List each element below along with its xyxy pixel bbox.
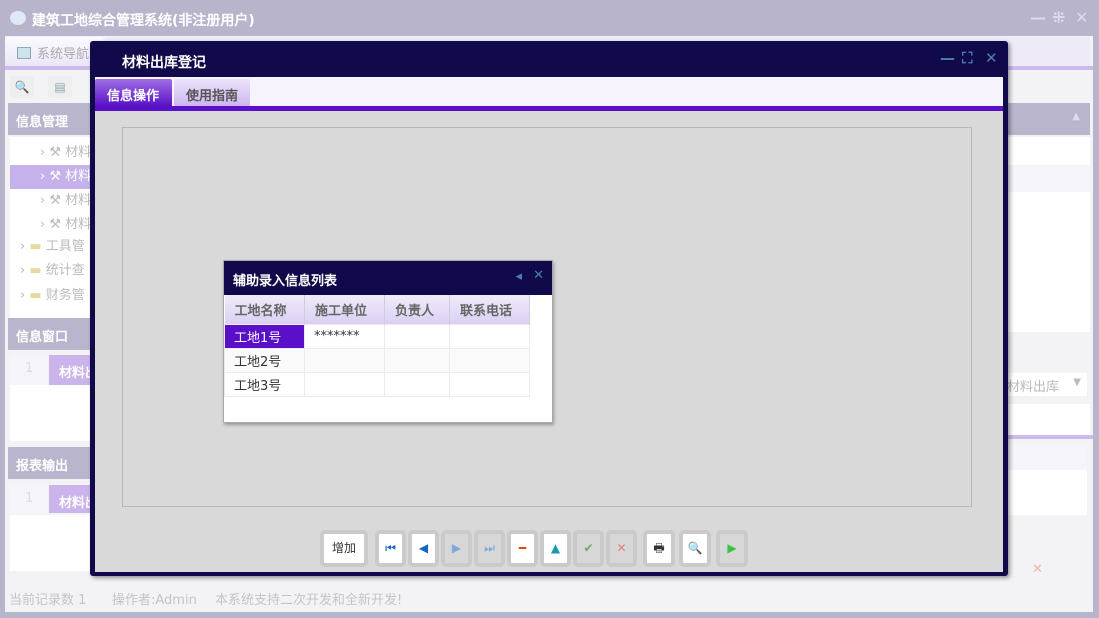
minimize-icon[interactable]: —: [1030, 8, 1046, 27]
type-select[interactable]: 材料出库 ▼: [1005, 373, 1087, 396]
last-record-icon[interactable]: ⏭: [474, 530, 505, 567]
col-header[interactable]: 工地名称: [224, 295, 305, 324]
folder-icon: ▬: [29, 263, 42, 278]
close-icon[interactable]: ✕: [533, 268, 544, 283]
dialog-title: 材料出库登记: [122, 55, 206, 71]
next-record-icon[interactable]: ▶: [441, 530, 472, 567]
close-icon[interactable]: ✕: [1032, 562, 1043, 577]
right-band: [1000, 165, 1090, 192]
restore-icon[interactable]: ⁜: [1052, 8, 1065, 27]
divider: [1000, 435, 1093, 439]
maximize-icon[interactable]: ⛶: [962, 49, 973, 67]
right-band: [1000, 443, 1087, 470]
col-header[interactable]: 施工单位: [304, 295, 385, 324]
prev-record-icon[interactable]: ◀: [408, 530, 439, 567]
right-panel: [1000, 470, 1087, 515]
tab-user-guide[interactable]: 使用指南: [174, 79, 250, 106]
window-icon: [17, 47, 31, 59]
panel-header-info-window[interactable]: 信息窗口: [8, 318, 93, 350]
right-panel: [1000, 404, 1090, 435]
cancel-x-icon[interactable]: ✕: [606, 530, 637, 567]
assist-input-popup: 辅助录入信息列表 ◂ ✕ 工地名称 施工单位 负责人 联系电话 工地1号 *******…: [223, 260, 553, 423]
table-row[interactable]: 工地3号: [224, 371, 530, 397]
chevron-down-icon: ▼: [1073, 377, 1081, 388]
folder-icon: ▬: [29, 239, 42, 254]
search-icon[interactable]: 🔍: [10, 76, 34, 98]
close-icon[interactable]: ✕: [985, 49, 998, 67]
col-header[interactable]: 联系电话: [449, 295, 530, 324]
close-icon[interactable]: ✕: [1075, 8, 1088, 27]
dialog-tabs: 信息操作 使用指南: [95, 77, 1003, 111]
edit-up-icon[interactable]: ▲: [540, 530, 571, 567]
save-check-icon[interactable]: ✔: [573, 530, 604, 567]
table-row[interactable]: 工地1号 *******: [224, 323, 530, 349]
run-icon[interactable]: ▶: [716, 530, 748, 567]
print-preview-icon[interactable]: 🔍: [679, 530, 711, 567]
status-operator: 操作者:Admin: [112, 593, 197, 608]
app-title: 建筑工地综合管理系统(非注册用户): [32, 13, 255, 29]
table-row[interactable]: 工地2号: [224, 347, 530, 373]
col-header[interactable]: 负责人: [384, 295, 450, 324]
list-icon[interactable]: ▤: [48, 76, 72, 98]
app-logo: [10, 11, 26, 25]
status-note: 本系统支持二次开发和全新开发!: [215, 593, 403, 608]
site-table: 工地名称 施工单位 负责人 联系电话 工地1号 ******* 工地2号 工地3号: [224, 295, 530, 397]
add-button[interactable]: 增加: [320, 530, 368, 567]
collapse-left-icon[interactable]: ◂: [515, 269, 522, 284]
tab-system-nav[interactable]: 系统导航: [5, 37, 103, 66]
panel-header-report[interactable]: 报表输出: [8, 447, 93, 479]
print-icon[interactable]: 🖶: [643, 530, 675, 567]
delete-icon[interactable]: ━: [507, 530, 538, 567]
tab-info-operation[interactable]: 信息操作: [95, 79, 172, 106]
folder-icon: ▬: [29, 288, 42, 303]
popup-title: 辅助录入信息列表 ◂ ✕: [224, 261, 552, 295]
minimize-icon[interactable]: —: [940, 49, 955, 67]
collapse-up-icon[interactable]: ▲: [1072, 111, 1080, 122]
status-records: 当前记录数 1: [9, 593, 87, 608]
first-record-icon[interactable]: ⏮: [375, 530, 406, 567]
